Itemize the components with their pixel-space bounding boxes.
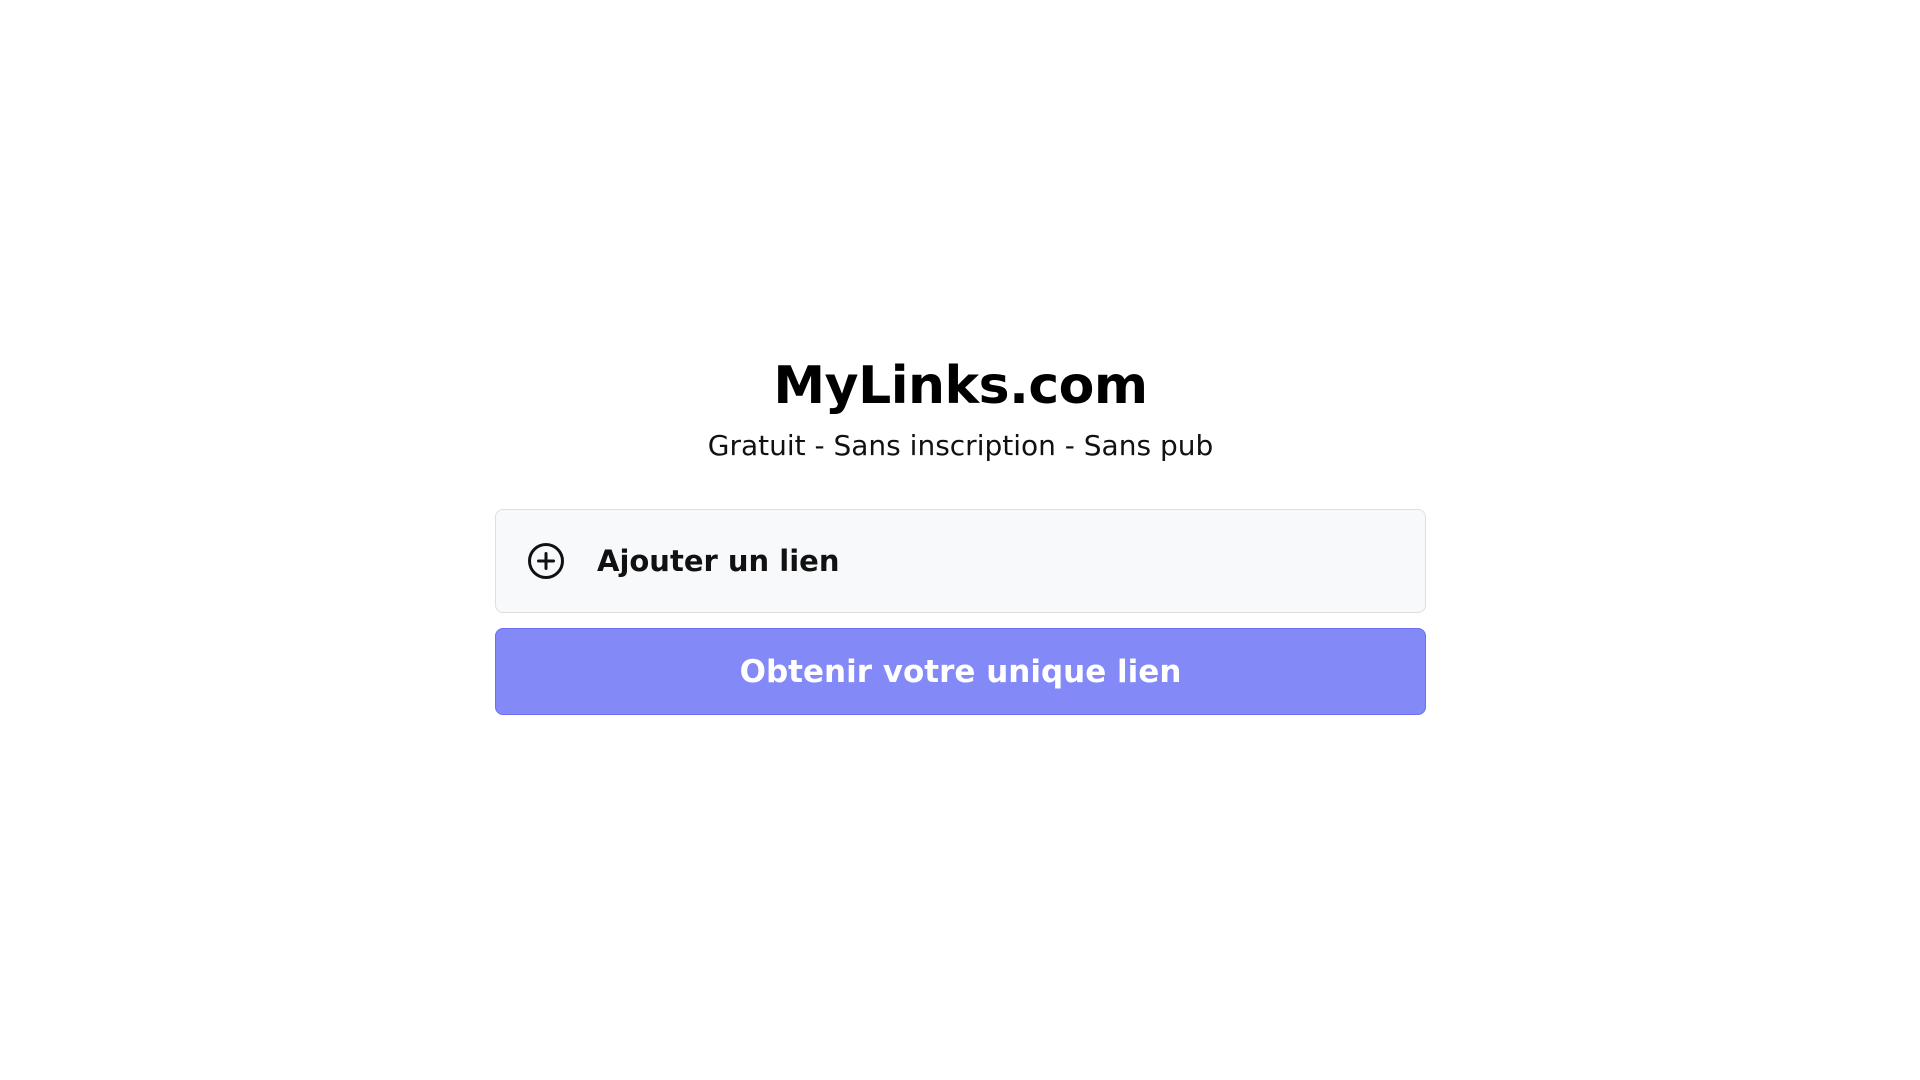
add-link-button[interactable]: Ajouter un lien <box>495 509 1426 613</box>
get-unique-link-button[interactable]: Obtenir votre unique lien <box>495 628 1426 715</box>
add-link-label: Ajouter un lien <box>597 544 840 578</box>
main-content: MyLinks.com Gratuit - Sans inscription -… <box>495 350 1426 715</box>
get-unique-link-label: Obtenir votre unique lien <box>739 653 1182 690</box>
plus-circle-icon <box>527 542 565 580</box>
page: MyLinks.com Gratuit - Sans inscription -… <box>0 0 1920 1080</box>
tagline: Gratuit - Sans inscription - Sans pub <box>707 429 1214 462</box>
site-title: MyLinks.com <box>773 356 1148 416</box>
